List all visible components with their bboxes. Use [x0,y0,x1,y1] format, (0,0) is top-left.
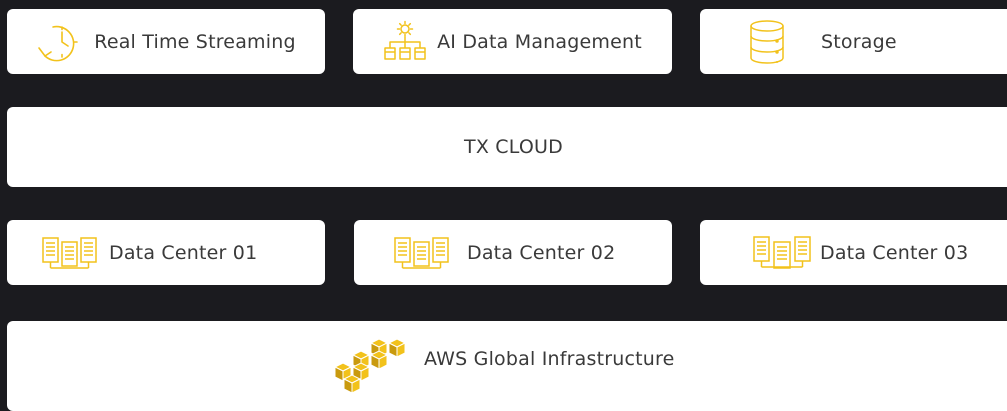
data-center-label: Data Center 03 [820,241,969,264]
data-center-03: Data Center 03 [700,220,1007,285]
service-label: Real Time Streaming [94,30,296,53]
data-center-label: Data Center 01 [109,241,258,264]
aws-cubes-icon [331,333,415,393]
service-storage: Storage [700,9,1007,74]
cloud-label: TX CLOUD [464,136,563,158]
servers-icon [42,236,98,269]
service-label: Storage [821,30,897,53]
servers-icon [753,235,813,270]
tx-cloud-layer: TX CLOUD [7,107,1007,187]
data-center-label: Data Center 02 [467,241,616,264]
database-icon [748,19,786,65]
data-center-01: Data Center 01 [7,220,325,285]
aws-global-infrastructure: AWS Global Infrastructure [7,321,1007,411]
service-real-time-streaming: Real Time Streaming [7,9,325,74]
clock-arrow-icon [36,21,82,63]
service-ai-data-management: AI Data Management [353,9,672,74]
gear-hierarchy-icon [383,20,427,64]
data-center-02: Data Center 02 [354,220,672,285]
service-label: AI Data Management [437,30,642,53]
infrastructure-label: AWS Global Infrastructure [424,348,675,370]
servers-icon [394,236,450,269]
